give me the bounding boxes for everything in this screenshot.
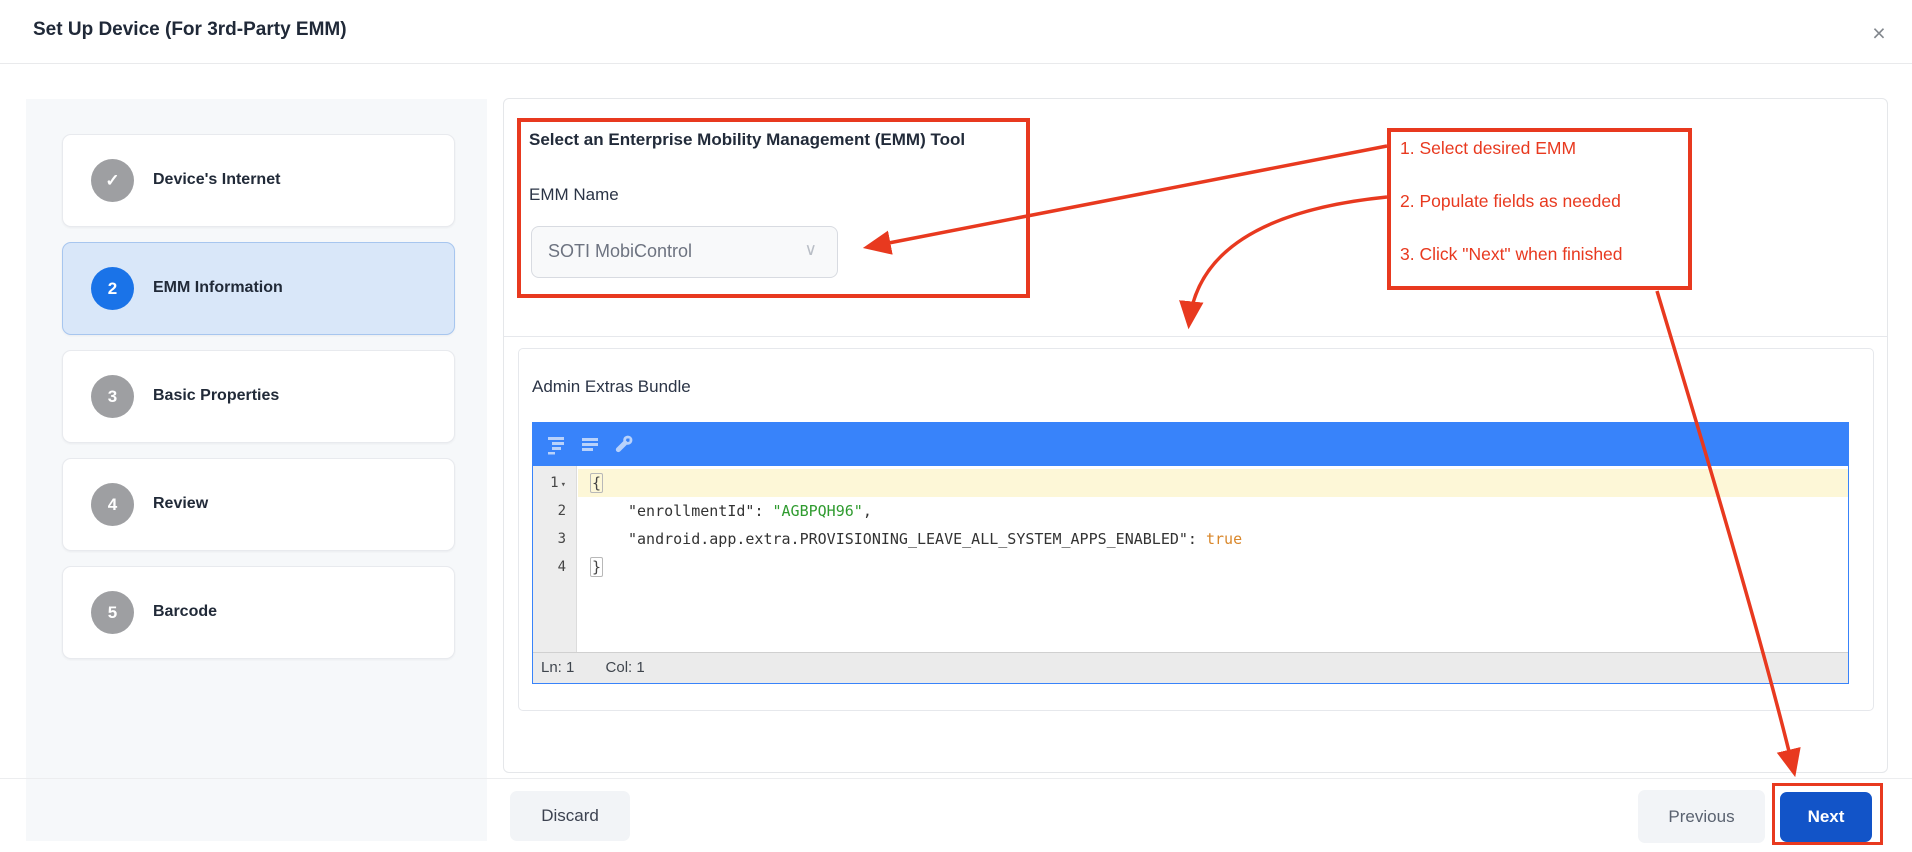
admin-extras-card: Admin Extras Bundle — [518, 348, 1874, 711]
repair-icon[interactable] — [611, 431, 637, 457]
step-content-panel: Select an Enterprise Mobility Management… — [503, 98, 1888, 773]
footer-divider — [0, 778, 1912, 779]
cursor-line-indicator: Ln: 1 — [541, 659, 574, 676]
format-icon[interactable] — [543, 431, 569, 457]
cursor-col-indicator: Col: 1 — [606, 659, 645, 676]
gutter-line-number: 4 — [533, 553, 576, 581]
editor-status-bar: Ln: 1 Col: 1 — [533, 652, 1848, 683]
emm-name-label: EMM Name — [529, 185, 619, 205]
gutter-line-number: 3 — [533, 525, 576, 553]
gutter-line-number: 2 — [533, 497, 576, 525]
next-button[interactable]: Next — [1780, 792, 1872, 842]
sidebar-item-review[interactable]: 4 Review — [62, 458, 455, 551]
check-icon: ✓ — [105, 171, 119, 190]
step-number-badge: 5 — [91, 591, 134, 634]
step-label: Review — [153, 495, 208, 513]
step-label: Barcode — [153, 603, 217, 621]
step-label: EMM Information — [153, 279, 283, 297]
step-label: Basic Properties — [153, 387, 279, 405]
chevron-down-icon: ∨ — [805, 240, 817, 260]
sidebar-item-barcode[interactable]: 5 Barcode — [62, 566, 455, 659]
editor-gutter: 1▾ 2 3 4 — [533, 466, 577, 653]
setup-device-dialog: Set Up Device (For 3rd-Party EMM) × ✓ De… — [0, 0, 1912, 852]
dialog-header: Set Up Device (For 3rd-Party EMM) × — [0, 0, 1912, 64]
dialog-title: Set Up Device (For 3rd-Party EMM) — [33, 19, 347, 41]
json-editor-toolbar — [533, 423, 1848, 466]
gutter-line-number[interactable]: 1▾ — [533, 469, 576, 497]
emm-section-heading: Select an Enterprise Mobility Management… — [529, 130, 965, 150]
emm-select-value: SOTI MobiControl — [548, 241, 692, 262]
code-line-3: "android.app.extra.PROVISIONING_LEAVE_AL… — [577, 525, 1848, 553]
code-line-2: "enrollmentId": "AGBPQH96", — [577, 497, 1848, 525]
sidebar-item-emm-information[interactable]: 2 EMM Information — [62, 242, 455, 335]
step-complete-badge: ✓ — [91, 159, 134, 202]
previous-button[interactable]: Previous — [1638, 790, 1765, 843]
step-label: Device's Internet — [153, 171, 280, 189]
step-number-badge: 4 — [91, 483, 134, 526]
json-editor: 1▾ 2 3 4 { "enrollmentId": "AGBPQH96", "… — [532, 422, 1849, 684]
sidebar-item-devices-internet[interactable]: ✓ Device's Internet — [62, 134, 455, 227]
discard-button[interactable]: Discard — [510, 791, 630, 841]
wizard-steps-sidebar: ✓ Device's Internet 2 EMM Information 3 … — [26, 99, 487, 841]
section-divider — [504, 336, 1887, 337]
code-lines: { "enrollmentId": "AGBPQH96", "android.a… — [577, 469, 1848, 581]
code-line-1: { — [577, 469, 1848, 497]
admin-extras-heading: Admin Extras Bundle — [532, 377, 691, 397]
fold-caret-icon[interactable]: ▾ — [561, 480, 566, 490]
compact-icon[interactable] — [577, 431, 603, 457]
close-icon[interactable]: × — [1862, 16, 1896, 50]
step-number-badge: 2 — [91, 267, 134, 310]
sidebar-item-basic-properties[interactable]: 3 Basic Properties — [62, 350, 455, 443]
code-line-4: } — [577, 553, 1848, 581]
step-number-badge: 3 — [91, 375, 134, 418]
json-editor-text-area[interactable]: 1▾ 2 3 4 { "enrollmentId": "AGBPQH96", "… — [533, 466, 1848, 653]
emm-name-select[interactable]: SOTI MobiControl ∨ — [531, 226, 838, 278]
